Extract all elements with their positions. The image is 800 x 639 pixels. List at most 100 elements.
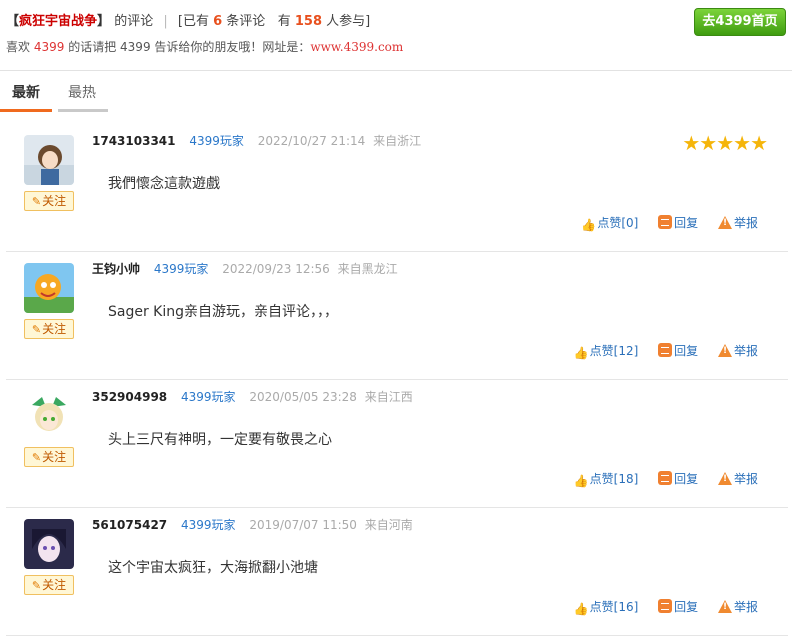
share-hint-text-1: 喜欢: [6, 40, 31, 54]
username[interactable]: 王钧小帅: [92, 262, 140, 276]
like-label: 点赞[16]: [589, 600, 639, 614]
reply-icon: [658, 215, 673, 229]
comment-meta: 352904998 4399玩家 2020/05/05 23:28 来自江西: [92, 388, 413, 405]
go-home-button[interactable]: 去4399首页: [694, 8, 786, 36]
header-divider: [0, 70, 792, 71]
report-button[interactable]: 举报: [717, 600, 758, 614]
share-hint-text-2: 的话请把 4399 告诉给你的朋友哦！网址是：: [68, 40, 311, 54]
follow-button[interactable]: ✎关注: [24, 447, 74, 467]
share-hint-brand: 4399: [33, 40, 65, 54]
thumbs-up-icon: 👍: [573, 474, 589, 488]
reply-button[interactable]: 回复: [658, 343, 699, 358]
tab-hottest[interactable]: 最热: [68, 82, 96, 102]
comment-time: 2022/09/23 12:56: [222, 262, 330, 276]
follow-label: 关注: [42, 322, 67, 336]
reply-icon: [658, 343, 673, 357]
tab-latest[interactable]: 最新: [12, 82, 40, 102]
star-icon: ★: [699, 131, 718, 155]
comment-time: 2022/10/27 21:14: [257, 134, 366, 148]
title-suffix: 的评论: [114, 14, 154, 29]
comment-title: 【疯狂宇宙战争】 的评论 | [已有 6 条评论 有 158 人参与]: [6, 10, 370, 29]
follow-label: 关注: [42, 450, 67, 464]
username[interactable]: 1743103341: [92, 134, 176, 148]
warning-icon: [717, 600, 732, 613]
follow-button[interactable]: ✎关注: [24, 575, 74, 595]
follow-label: 关注: [42, 578, 67, 592]
thumbs-up-icon: 👍: [573, 346, 589, 360]
like-button[interactable]: 👍点赞[0]: [581, 216, 639, 232]
report-label: 举报: [733, 344, 758, 358]
comment-content: Sager King亲自游玩，亲自评论，，，: [108, 304, 339, 320]
avatar-image-icon: [24, 519, 74, 569]
follow-label: 关注: [42, 194, 67, 208]
pencil-icon: ✎: [31, 323, 42, 336]
report-label: 举报: [733, 216, 758, 230]
comment-item: ✎关注 561075427 4399玩家 2019/07/07 11:50 来自…: [6, 507, 788, 636]
username[interactable]: 561075427: [92, 518, 167, 532]
like-label: 点赞[0]: [597, 216, 639, 230]
warning-icon: [717, 344, 732, 357]
participant-count: 158: [294, 14, 322, 29]
report-button[interactable]: 举报: [717, 344, 758, 358]
comment-location: 来自河南: [364, 518, 413, 532]
share-hint: 喜欢 4399 的话请把 4399 告诉给你的朋友哦！网址是：www.4399.…: [6, 38, 403, 55]
like-button[interactable]: 👍点赞[12]: [573, 344, 639, 360]
like-label: 点赞[12]: [589, 344, 639, 358]
follow-button[interactable]: ✎关注: [24, 191, 74, 211]
comment-header: 【疯狂宇宙战争】 的评论 | [已有 6 条评论 有 158 人参与] 喜欢 4…: [0, 0, 800, 70]
comment-actions: 👍点赞[16] 回复 举报: [558, 598, 758, 616]
avatar-image-icon: [24, 135, 74, 185]
user-role[interactable]: 4399玩家: [154, 262, 209, 276]
star-icon: ★: [750, 131, 768, 155]
comment-location: 来自江西: [364, 390, 413, 404]
comment-actions: 👍点赞[18] 回复 举报: [558, 470, 758, 488]
comment-location: 来自黑龙江: [337, 262, 398, 276]
comment-actions: 👍点赞[0] 回复 举报: [565, 214, 758, 232]
avatar-image-icon: [24, 263, 74, 313]
reply-label: 回复: [674, 344, 699, 358]
pencil-icon: ✎: [31, 195, 42, 208]
share-hint-url[interactable]: www.4399.com: [310, 40, 403, 54]
reply-button[interactable]: 回复: [658, 599, 699, 614]
participant-word: 人参与]: [326, 14, 371, 29]
avatar[interactable]: [24, 519, 74, 569]
report-label: 举报: [733, 600, 758, 614]
sort-tabs: 最新 最热: [0, 72, 792, 114]
inactive-tab-underline: [58, 109, 108, 112]
pencil-icon: ✎: [31, 451, 42, 464]
reply-button[interactable]: 回复: [658, 215, 698, 230]
reply-label: 回复: [674, 600, 699, 614]
bracket-close: 】: [97, 14, 111, 29]
stats-open: [已有: [177, 14, 209, 29]
have-word: 有: [277, 14, 291, 29]
game-name-link[interactable]: 疯狂宇宙战争: [19, 14, 97, 29]
avatar-image-icon: [24, 391, 74, 441]
avatar[interactable]: [24, 263, 74, 313]
report-button[interactable]: 举报: [717, 472, 758, 486]
comment-item: ✎关注 1743103341 4399玩家 2022/10/27 21:14 来…: [6, 123, 788, 252]
like-button[interactable]: 👍点赞[16]: [574, 600, 639, 616]
avatar[interactable]: [24, 135, 74, 185]
report-label: 举报: [733, 472, 758, 486]
comment-content: 头上三尺有神明，一定要有敬畏之心: [108, 432, 332, 448]
avatar[interactable]: [24, 391, 74, 441]
like-button[interactable]: 👍点赞[18]: [573, 472, 639, 488]
user-role[interactable]: 4399玩家: [181, 390, 236, 404]
warning-icon: [717, 216, 732, 229]
report-button[interactable]: 举报: [717, 216, 758, 230]
bracket-open: 【: [6, 14, 20, 29]
comment-time: 2019/07/07 11:50: [249, 518, 357, 532]
username[interactable]: 352904998: [92, 390, 167, 404]
comment-count: 6: [213, 14, 223, 29]
comment-meta: 1743103341 4399玩家 2022/10/27 21:14 来自浙江: [92, 132, 421, 149]
comment-content: 我們懷念這款遊戲: [108, 176, 220, 192]
comment-meta: 王钧小帅 4399玩家 2022/09/23 12:56 来自黑龙江: [92, 260, 398, 277]
follow-button[interactable]: ✎关注: [24, 319, 74, 339]
comment-location: 来自浙江: [373, 134, 422, 148]
reply-label: 回复: [674, 472, 699, 486]
rating-stars: ★★★★★: [682, 131, 768, 155]
reply-button[interactable]: 回复: [658, 471, 699, 486]
comment-time: 2020/05/05 23:28: [249, 390, 357, 404]
user-role[interactable]: 4399玩家: [189, 134, 244, 148]
user-role[interactable]: 4399玩家: [181, 518, 236, 532]
